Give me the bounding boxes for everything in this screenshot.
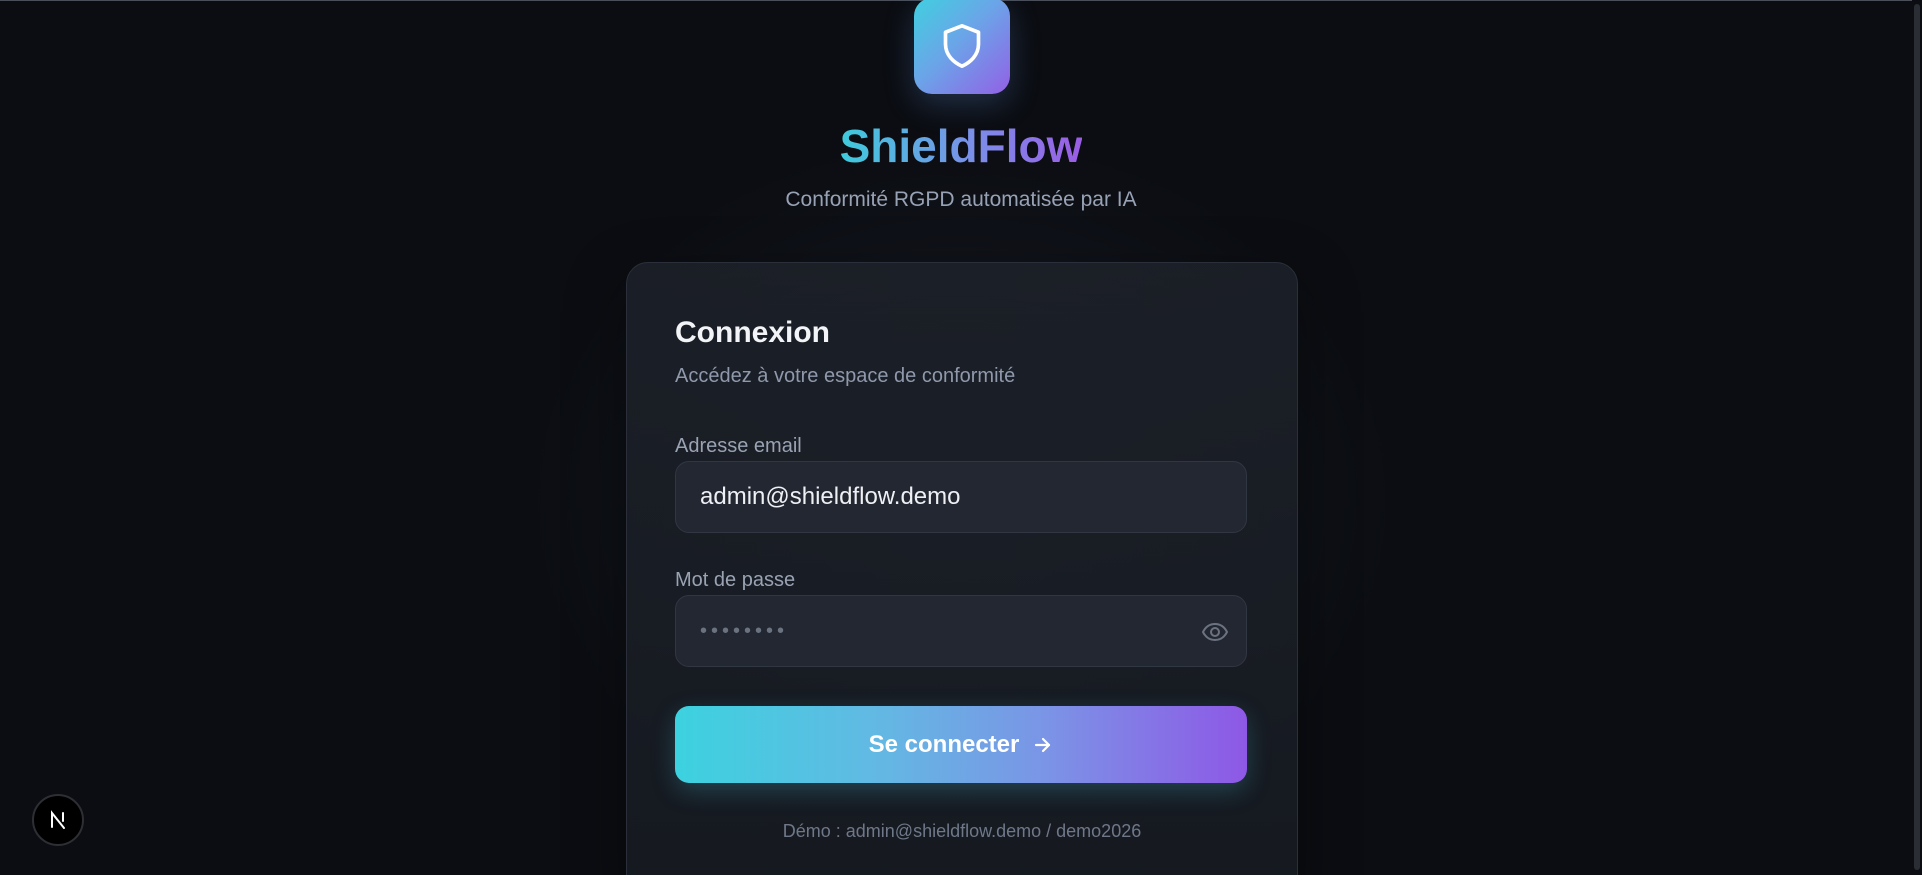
password-field[interactable] (676, 596, 1246, 666)
email-field-box (675, 461, 1247, 533)
email-field[interactable] (676, 462, 1246, 532)
password-field-box (675, 595, 1247, 667)
scrollbar-thumb[interactable] (1914, 4, 1920, 870)
login-button-label: Se connecter (868, 730, 1020, 758)
nextjs-dev-badge[interactable] (32, 794, 84, 846)
brand-logo (914, 0, 1010, 94)
arrow-right-icon (1035, 737, 1051, 752)
nextjs-icon (51, 810, 65, 829)
login-card: Connexion Accédez à votre espace de conf… (626, 262, 1298, 875)
brand-name: ShieldFlow (839, 120, 1083, 172)
shield-icon (943, 24, 981, 68)
password-label: Mot de passe (675, 569, 796, 591)
brand-tagline: Conformité RGPD automatisée par IA (785, 188, 1137, 211)
toggle-password-visibility-button[interactable] (1200, 618, 1230, 646)
brand-title: ShieldFlow (0, 118, 1922, 174)
demo-credentials-hint: Démo : admin@shieldflow.demo / demo2026 (782, 821, 1142, 841)
card-subtitle: Accédez à votre espace de conformité (675, 365, 1016, 387)
eye-icon (1201, 622, 1229, 642)
email-label: Adresse email (675, 435, 802, 457)
login-button[interactable]: Se connecter (675, 706, 1247, 783)
page-scrollbar[interactable] (1912, 0, 1922, 875)
card-title: Connexion (675, 316, 830, 349)
